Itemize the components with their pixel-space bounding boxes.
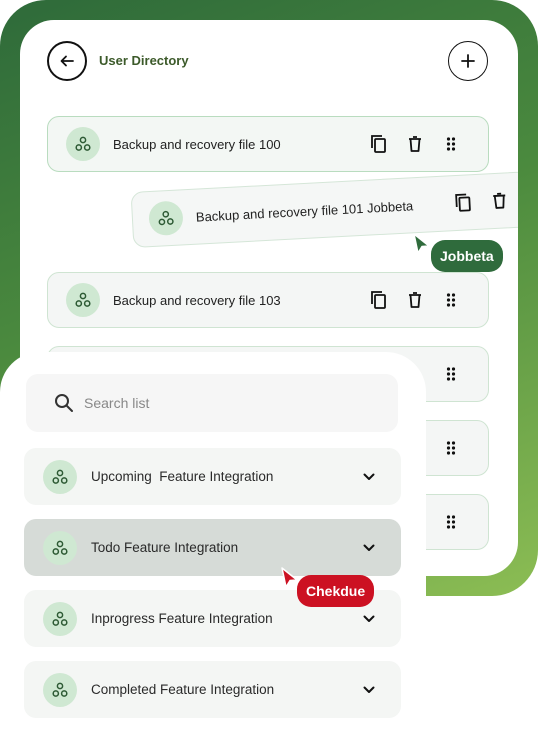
back-button[interactable] [47, 41, 87, 81]
drag-handle-icon[interactable] [441, 134, 461, 154]
drag-handle-icon[interactable] [441, 290, 461, 310]
drag-handle-icon[interactable] [441, 438, 461, 458]
copy-icon[interactable] [369, 290, 389, 310]
list-item-label: Upcoming Feature Integration [91, 469, 274, 484]
trash-icon[interactable] [489, 190, 510, 211]
cursor-pointer-icon [413, 233, 430, 254]
dragging-file-row[interactable]: Backup and recovery file 101 Jobbeta [130, 170, 518, 248]
drag-handle-icon[interactable] [441, 512, 461, 532]
group-icon [148, 200, 184, 237]
chevron-down-icon[interactable] [363, 686, 375, 694]
copy-icon[interactable] [369, 134, 389, 154]
add-button[interactable] [448, 41, 488, 81]
copy-icon[interactable] [453, 192, 474, 213]
trash-icon[interactable] [405, 290, 425, 310]
arrow-left-icon [60, 55, 74, 67]
file-name: Backup and recovery file 100 [113, 136, 281, 152]
chevron-down-icon[interactable] [363, 615, 375, 623]
list-panel: Search list Upcoming Feature Integration… [0, 352, 426, 738]
group-icon [66, 283, 100, 317]
group-icon [43, 601, 77, 636]
file-name: Backup and recovery file 101 Jobbeta [195, 197, 414, 225]
group-icon [43, 459, 77, 494]
group-icon [66, 127, 100, 161]
chevron-down-icon[interactable] [363, 473, 375, 481]
drag-handle-icon[interactable] [441, 364, 461, 384]
list-item-label: Inprogress Feature Integration [91, 611, 273, 626]
list-item-label: Completed Feature Integration [91, 682, 275, 697]
search-icon [55, 394, 73, 412]
trash-icon[interactable] [405, 134, 425, 154]
group-icon [43, 530, 77, 565]
file-row[interactable]: Backup and recovery file 100 [47, 116, 489, 172]
list-item-upcoming[interactable]: Upcoming Feature Integration [24, 448, 401, 505]
search-placeholder: Search list [84, 395, 150, 411]
page-title: User Directory [99, 53, 189, 68]
file-name: Backup and recovery file 103 [113, 292, 281, 308]
list-item-completed[interactable]: Completed Feature Integration [24, 661, 401, 718]
list-item-label: Todo Feature Integration [91, 540, 239, 555]
search-input[interactable]: Search list [26, 374, 398, 432]
list-item-todo[interactable]: Todo Feature Integration [24, 519, 401, 576]
chevron-down-icon[interactable] [363, 544, 375, 552]
group-icon [43, 672, 77, 707]
app-stage: User Directory Backup and recovery file … [0, 0, 538, 738]
file-row[interactable]: Backup and recovery file 103 [47, 272, 489, 328]
plus-icon [461, 54, 475, 68]
collaborator-tag-jobbeta: Jobbeta [431, 240, 503, 272]
collaborator-tag-chekdue: Chekdue [297, 575, 375, 607]
